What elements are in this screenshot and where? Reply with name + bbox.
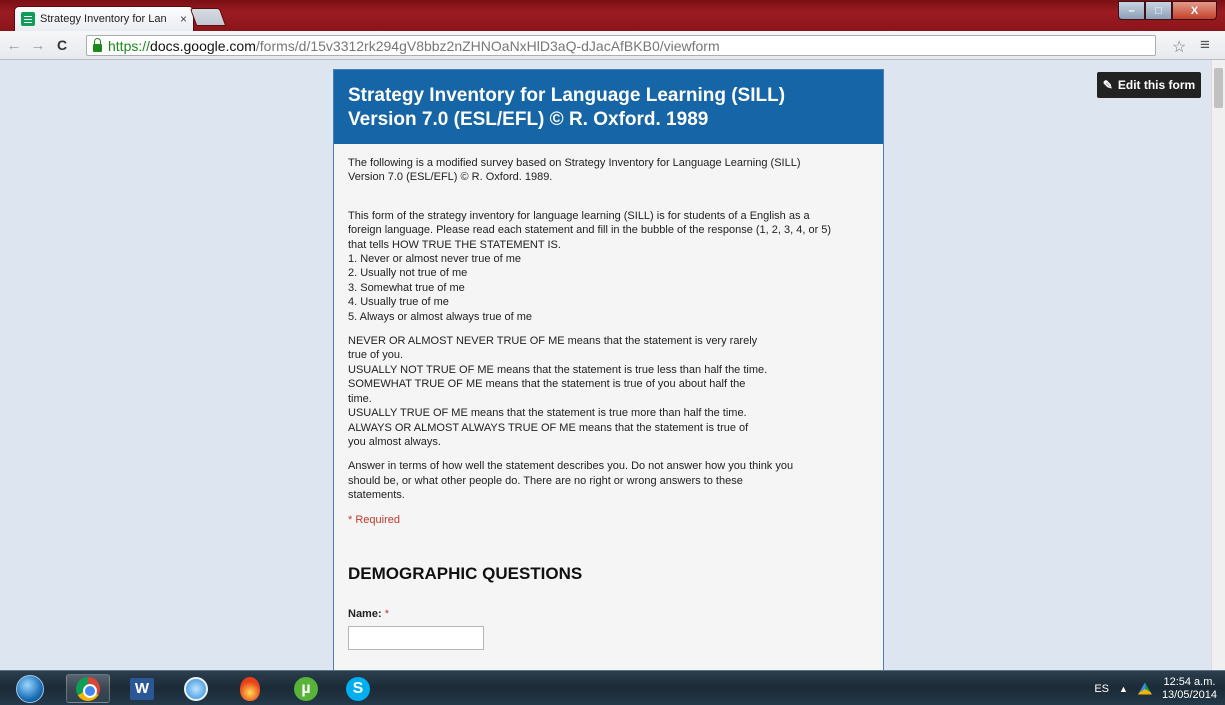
taskbar-itunes[interactable]	[174, 674, 218, 703]
name-label: Name:	[348, 608, 382, 621]
new-tab-button[interactable]	[189, 8, 227, 26]
windows-taskbar: W µ S ES ▲ 12:54 a.m. 13/05/2014	[0, 670, 1225, 705]
form-body: The following is a modified survey based…	[334, 144, 883, 650]
scrollbar-thumb[interactable]	[1214, 68, 1223, 108]
tray-expand-icon[interactable]: ▲	[1119, 684, 1128, 694]
utorrent-icon: µ	[294, 676, 318, 701]
minimize-button[interactable]: –	[1118, 1, 1145, 20]
form-header: Strategy Inventory for Language Learning…	[334, 70, 883, 144]
section-title: DEMOGRAPHIC QUESTIONS	[348, 563, 583, 583]
required-asterisk: *	[384, 608, 389, 621]
system-tray: ES ▲ 12:54 a.m. 13/05/2014	[1094, 671, 1217, 705]
clock-time: 12:54 a.m.	[1163, 675, 1216, 688]
name-field-label: Name: *	[348, 607, 869, 621]
form-intro: The following is a modified survey based…	[348, 157, 801, 184]
url-host: docs.google.com	[150, 37, 256, 54]
form-answer-note: Answer in terms of how well the statemen…	[348, 460, 794, 502]
skype-icon: S	[346, 676, 370, 701]
vertical-scrollbar[interactable]	[1211, 60, 1225, 670]
maximize-button[interactable]: □	[1145, 1, 1172, 20]
tab-title: Strategy Inventory for Lan	[40, 13, 167, 25]
form-definitions: NEVER OR ALMOST NEVER TRUE OF ME means t…	[348, 335, 768, 448]
name-input[interactable]	[348, 625, 484, 650]
menu-icon[interactable]: ≡	[1200, 35, 1210, 55]
lock-icon	[93, 37, 102, 52]
form-title-line1: Strategy Inventory for Language Learning…	[348, 85, 786, 106]
browser-tab[interactable]: Strategy Inventory for Lan ×	[14, 6, 194, 31]
edit-form-label: Edit this form	[1117, 78, 1196, 92]
form-instructions: This form of the strategy inventory for …	[348, 209, 832, 323]
pencil-icon: ✎	[1102, 78, 1113, 92]
language-indicator[interactable]: ES	[1094, 683, 1109, 695]
window-title-bar: Strategy Inventory for Lan × – □ X	[0, 0, 1225, 31]
close-tab-icon[interactable]: ×	[180, 12, 187, 26]
required-note: * Required	[348, 513, 400, 526]
close-window-button[interactable]: X	[1172, 1, 1217, 20]
clock[interactable]: 12:54 a.m. 13/05/2014	[1162, 676, 1217, 702]
itunes-icon	[184, 676, 208, 701]
flame-app-icon	[240, 676, 260, 701]
url-scheme: https://	[108, 37, 151, 54]
forward-arrow-icon[interactable]: →	[28, 37, 48, 54]
google-forms-icon	[21, 12, 35, 26]
edit-form-button[interactable]: ✎ Edit this form	[1097, 72, 1201, 98]
taskbar-skype[interactable]: S	[336, 674, 380, 703]
bookmark-star-icon[interactable]: ☆	[1172, 37, 1186, 57]
word-icon: W	[130, 677, 154, 700]
start-button[interactable]	[8, 674, 52, 703]
reload-icon[interactable]: C	[52, 37, 72, 53]
browser-toolbar: ← → C https://docs.google.com/forms/d/15…	[0, 31, 1225, 60]
page-viewport: ✎ Edit this form Strategy Inventory for …	[0, 60, 1225, 670]
taskbar-word[interactable]: W	[120, 674, 164, 703]
url-path: /forms/d/15v3312rk294gV8bbz2nZHNOaNxHlD3…	[255, 37, 720, 54]
window-controls: – □ X	[1118, 1, 1217, 21]
back-arrow-icon[interactable]: ←	[4, 37, 24, 54]
chrome-icon	[76, 676, 100, 701]
taskbar-app[interactable]	[228, 674, 272, 703]
form-title-line2: Version 7.0 (ESL/EFL) © R. Oxford. 1989	[348, 109, 709, 130]
google-drive-icon[interactable]	[1137, 682, 1152, 695]
form-container: Strategy Inventory for Language Learning…	[333, 69, 884, 670]
windows-start-icon	[16, 674, 44, 703]
taskbar-utorrent[interactable]: µ	[284, 674, 328, 703]
address-bar[interactable]: https://docs.google.com/forms/d/15v3312r…	[86, 35, 1156, 56]
taskbar-chrome[interactable]	[66, 674, 110, 703]
clock-date: 13/05/2014	[1161, 688, 1217, 701]
